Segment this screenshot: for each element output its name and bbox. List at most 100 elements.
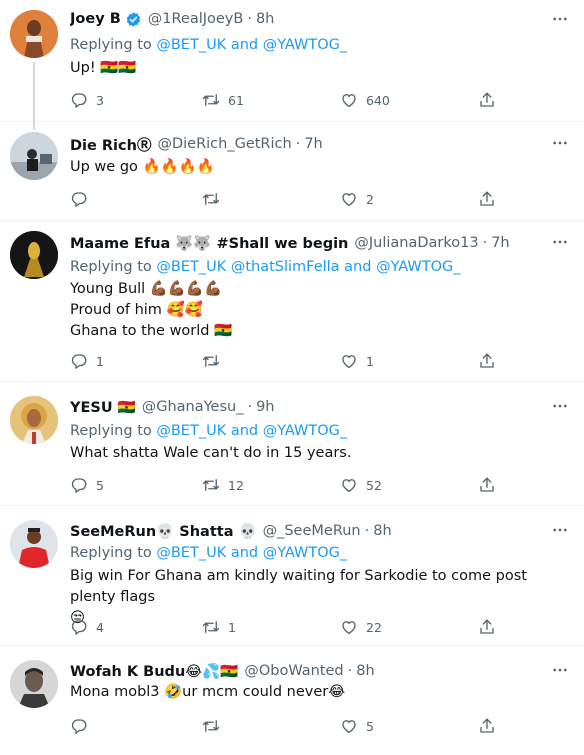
- reply-icon: [70, 717, 88, 735]
- retweet-button[interactable]: [202, 715, 228, 737]
- timestamp[interactable]: 9h: [256, 399, 274, 415]
- like-button[interactable]: 2: [340, 188, 374, 210]
- like-button[interactable]: 1: [340, 350, 374, 372]
- timestamp[interactable]: 8h: [256, 11, 274, 27]
- avatar[interactable]: [10, 10, 58, 58]
- mention-link[interactable]: @BET_UK: [156, 37, 226, 53]
- display-name[interactable]: Maame Efua 🐺🐺 #Shall we begin: [70, 235, 348, 252]
- avatar[interactable]: [10, 132, 58, 180]
- reply-button[interactable]: 3: [70, 89, 104, 111]
- mention-link[interactable]: @BET_UK: [156, 545, 226, 561]
- reply-button[interactable]: [70, 188, 96, 210]
- timestamp[interactable]: 8h: [373, 523, 391, 539]
- like-button[interactable]: 22: [340, 616, 382, 638]
- mention-joiner[interactable]: and: [231, 37, 258, 53]
- retweet-button[interactable]: [202, 188, 228, 210]
- reply-button[interactable]: [70, 715, 96, 737]
- more-icon[interactable]: [550, 397, 570, 415]
- mention-link[interactable]: @thatSlimFella: [231, 259, 340, 275]
- tweet[interactable]: SeeMeRun💀 Shatta 💀 @_SeeMeRun · 8h Reply…: [0, 506, 584, 646]
- tweet[interactable]: Die RichⓇ @DieRich_GetRich · 7h Up we go…: [0, 122, 584, 221]
- more-icon[interactable]: [550, 134, 570, 152]
- tweet-line: Proud of him 🥰🥰: [70, 302, 203, 318]
- tweet-header: SeeMeRun💀 Shatta 💀 @_SeeMeRun · 8h: [70, 520, 554, 542]
- avatar[interactable]: [10, 396, 58, 444]
- handle[interactable]: @JulianaDarko13: [354, 235, 478, 251]
- retweet-button[interactable]: [202, 350, 228, 372]
- mention-link[interactable]: @YAWTOG_: [376, 259, 460, 275]
- tweet[interactable]: Wofah K Budu😂💦🇬🇭 @OboWanted · 8h Mona mo…: [0, 646, 584, 755]
- like-button[interactable]: 52: [340, 474, 382, 496]
- avatar[interactable]: [10, 660, 58, 708]
- mention-joiner[interactable]: and: [344, 259, 371, 275]
- share-button[interactable]: [478, 89, 496, 111]
- replying-prefix: Replying to: [70, 37, 152, 53]
- share-button[interactable]: [478, 350, 496, 372]
- tweet-line: Ghana to the world 🇬🇭: [70, 323, 233, 339]
- more-icon[interactable]: [550, 661, 570, 679]
- tweet[interactable]: Joey B @1RealJoeyB · 8h Replying to @BET…: [0, 0, 584, 122]
- handle[interactable]: @OboWanted: [244, 663, 343, 679]
- mention-joiner[interactable]: and: [231, 545, 258, 561]
- more-icon[interactable]: [550, 521, 570, 539]
- display-name[interactable]: SeeMeRun💀 Shatta 💀: [70, 523, 257, 540]
- heart-icon: [340, 352, 358, 370]
- mention-link[interactable]: @BET_UK: [156, 259, 226, 275]
- retweet-button[interactable]: 12: [202, 474, 244, 496]
- retweet-count: 61: [228, 92, 244, 108]
- more-icon[interactable]: [550, 10, 570, 28]
- display-name[interactable]: Joey B: [70, 11, 121, 27]
- display-name[interactable]: YESU 🇬🇭: [70, 399, 136, 416]
- avatar[interactable]: [10, 520, 58, 568]
- avatar[interactable]: [10, 231, 58, 279]
- mention-joiner[interactable]: and: [231, 423, 258, 439]
- like-button[interactable]: 5: [340, 715, 374, 737]
- reply-icon: [70, 618, 88, 636]
- separator: ·: [247, 11, 252, 27]
- share-button[interactable]: [478, 616, 496, 638]
- mention-link[interactable]: @YAWTOG_: [263, 545, 347, 561]
- share-button[interactable]: [478, 474, 496, 496]
- separator: ·: [482, 235, 488, 251]
- timestamp[interactable]: 8h: [356, 663, 374, 679]
- reply-button[interactable]: 1: [70, 350, 104, 372]
- display-name[interactable]: Die RichⓇ: [70, 134, 151, 155]
- reply-button[interactable]: 5: [70, 474, 104, 496]
- timestamp[interactable]: 7h: [304, 136, 322, 152]
- heart-icon: [340, 91, 358, 109]
- timestamp[interactable]: 7h: [491, 235, 509, 251]
- tweet-text: Up we go 🔥🔥🔥🔥: [70, 159, 215, 175]
- reply-count: 1: [96, 353, 104, 369]
- more-icon[interactable]: [550, 233, 570, 251]
- retweet-icon: [202, 717, 220, 735]
- mention-link[interactable]: @YAWTOG_: [263, 37, 347, 53]
- retweet-icon: [202, 190, 220, 208]
- handle[interactable]: @GhanaYesu_: [142, 399, 244, 415]
- tweet[interactable]: YESU 🇬🇭 @GhanaYesu_ · 9h Replying to @BE…: [0, 382, 584, 506]
- like-button[interactable]: 640: [340, 89, 390, 111]
- handle[interactable]: @1RealJoeyB: [148, 11, 244, 27]
- retweet-button[interactable]: 61: [202, 89, 244, 111]
- retweet-button[interactable]: 1: [202, 616, 236, 638]
- tweet-line: Young Bull 💪🏾💪🏾💪🏾💪🏾: [70, 281, 223, 297]
- retweet-count: 12: [228, 477, 244, 493]
- replying-prefix: Replying to: [70, 259, 152, 275]
- separator: ·: [347, 663, 353, 679]
- share-button[interactable]: [478, 188, 496, 210]
- action-bar: 1 1: [70, 350, 500, 372]
- action-bar: 5: [70, 715, 500, 737]
- handle[interactable]: @DieRich_GetRich: [157, 136, 291, 152]
- tweet-header: Wofah K Budu😂💦🇬🇭 @OboWanted · 8h: [70, 660, 554, 682]
- thread-line: [33, 62, 35, 122]
- replying-to: Replying to @BET_UK and @YAWTOG_: [70, 423, 347, 439]
- share-icon: [478, 618, 496, 636]
- like-count: 2: [366, 191, 374, 207]
- reply-button[interactable]: 4: [70, 616, 104, 638]
- mention-link[interactable]: @YAWTOG_: [263, 423, 347, 439]
- mention-link[interactable]: @BET_UK: [156, 423, 226, 439]
- display-name[interactable]: Wofah K Budu😂💦🇬🇭: [70, 663, 238, 680]
- handle[interactable]: @_SeeMeRun: [263, 523, 361, 539]
- tweet[interactable]: Maame Efua 🐺🐺 #Shall we begin @JulianaDa…: [0, 221, 584, 382]
- action-bar: 2: [70, 188, 500, 210]
- share-button[interactable]: [478, 715, 496, 737]
